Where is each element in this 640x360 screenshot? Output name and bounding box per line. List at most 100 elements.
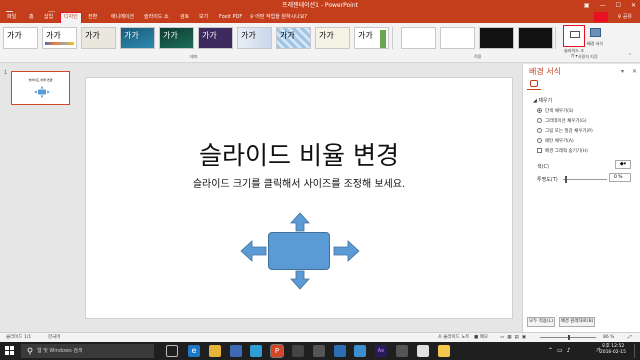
slide-size-button[interactable] bbox=[563, 25, 585, 47]
maximize-button[interactable]: ☐ bbox=[616, 1, 621, 11]
taskbar-search[interactable]: 웹 및 Windows 검색 bbox=[21, 344, 154, 358]
search-placeholder: 웹 및 Windows 검색 bbox=[37, 348, 83, 354]
theme-office[interactable]: 가가 bbox=[3, 27, 38, 49]
app-icon-12[interactable] bbox=[396, 345, 408, 357]
radio-label: 그라데이션 채우기(G) bbox=[545, 119, 587, 124]
tab-review[interactable]: 검토 bbox=[177, 13, 192, 23]
tab-file[interactable]: 파일 bbox=[4, 13, 19, 23]
slide-counter: 슬라이드 1/1 bbox=[6, 335, 32, 340]
radio-gradient-fill[interactable]: 그라데이션 채우기(G) bbox=[537, 118, 587, 125]
tab-transitions[interactable]: 전환 bbox=[85, 13, 100, 23]
fill-bucket-icon[interactable] bbox=[530, 80, 538, 87]
view-buttons[interactable]: ▭▦▤▣ bbox=[500, 334, 529, 341]
ribbon-display-options-icon[interactable]: ▣ bbox=[584, 1, 590, 11]
theme-sample-text: 가가 bbox=[7, 31, 22, 40]
status-bar: 슬라이드 1/1 한국어 ≜ 슬라이드 노트 ■ 메모 ▭▦▤▣ 86 % ⤢ bbox=[0, 332, 640, 342]
slide-title[interactable]: 슬라이드 비율 변경 bbox=[86, 141, 512, 171]
window-controls: ▣ — ☐ ✕ bbox=[584, 1, 636, 11]
theme-tile-9[interactable]: 가가 bbox=[315, 27, 350, 49]
app-icon-10[interactable] bbox=[354, 345, 366, 357]
app-icon-7[interactable] bbox=[292, 345, 304, 357]
slide-thumbnail-1[interactable]: 슬라이드 비율 변경 bbox=[11, 71, 70, 105]
window-title: 프레젠테이션1 - PowerPoint bbox=[282, 2, 358, 9]
store-icon[interactable] bbox=[230, 345, 242, 357]
variants-gallery-scroll[interactable] bbox=[555, 27, 561, 49]
zoom-level[interactable]: 86 % bbox=[603, 334, 614, 341]
variant-1[interactable] bbox=[401, 27, 436, 49]
powerpoint-taskbar-icon[interactable]: P bbox=[270, 344, 284, 358]
tab-slideshow[interactable]: 슬라이드 쇼 bbox=[141, 13, 172, 23]
close-button[interactable]: ✕ bbox=[631, 1, 636, 11]
ie-icon[interactable] bbox=[250, 345, 262, 357]
tell-me-search[interactable]: ♀ 어떤 작업을 원하시나요? bbox=[250, 13, 307, 22]
language-indicator[interactable]: 한국어 bbox=[48, 334, 60, 341]
pane-title: 배경 서식 bbox=[529, 67, 561, 76]
account-badge[interactable] bbox=[594, 12, 608, 22]
variant-3[interactable] bbox=[479, 27, 514, 49]
transparency-slider[interactable] bbox=[563, 179, 607, 180]
slide-canvas[interactable]: 슬라이드 비율 변경 슬라이드 크기를 클릭해서 사이즈를 조정해 보세요. bbox=[85, 77, 513, 319]
theme-tile-4[interactable]: 가가 bbox=[120, 27, 155, 49]
radio-solid-fill[interactable]: 단색 채우기(S) bbox=[537, 108, 574, 115]
after-effects-icon[interactable]: Ae bbox=[375, 345, 387, 357]
thumbnail-shape bbox=[34, 86, 50, 98]
zoom-slider-thumb[interactable] bbox=[568, 335, 570, 340]
app-icon-9[interactable] bbox=[334, 345, 346, 357]
tab-insert[interactable]: 삽입 bbox=[41, 13, 56, 23]
app-icon-13[interactable] bbox=[417, 345, 429, 357]
theme-sample-text: 가가 bbox=[280, 31, 295, 40]
pane-options-icon[interactable]: ▾ bbox=[621, 68, 624, 75]
radio-picture-fill[interactable]: 그림 또는 질감 채우기(P) bbox=[537, 128, 593, 135]
transparency-input[interactable]: 0 % bbox=[609, 173, 631, 182]
theme-tile-3[interactable]: 가가 bbox=[81, 27, 116, 49]
clock[interactable]: 오후 12:52 2016-02-15 bbox=[600, 344, 626, 356]
theme-tile-2[interactable]: 가가 bbox=[42, 27, 77, 49]
comments-button[interactable]: ■ 메모 bbox=[474, 334, 488, 341]
transparency-label: 투명도(T) bbox=[537, 177, 558, 183]
tab-view[interactable]: 보기 bbox=[196, 13, 211, 23]
app-icon-8[interactable] bbox=[313, 345, 325, 357]
theme-sample-text: 가가 bbox=[124, 31, 139, 40]
tab-design[interactable]: 디자인 bbox=[60, 12, 82, 24]
file-explorer-icon[interactable] bbox=[209, 345, 221, 357]
radio-dot bbox=[537, 108, 542, 113]
hide-background-graphics-checkbox[interactable]: 배경 그래픽 숨기기(H) bbox=[537, 148, 588, 155]
close-icon[interactable]: ✕ bbox=[632, 68, 637, 75]
show-desktop-button[interactable] bbox=[634, 344, 638, 358]
apply-to-all-button[interactable]: 모두 적용(L) bbox=[527, 317, 555, 327]
task-view-icon[interactable] bbox=[166, 345, 178, 357]
theme-tile-10[interactable]: 가가 bbox=[354, 27, 389, 49]
notes-button[interactable]: ≜ 슬라이드 노트 bbox=[438, 334, 469, 341]
reset-background-button[interactable]: 배경 원래대로(B) bbox=[559, 317, 595, 327]
tab-home[interactable]: 홈 bbox=[26, 13, 37, 23]
theme-tile-8[interactable]: 가가 bbox=[276, 27, 311, 49]
fill-section-header[interactable]: ◢ 채우기 bbox=[533, 97, 552, 104]
theme-sample-text: 가가 bbox=[358, 31, 373, 40]
windows-taskbar: 웹 및 Windows 검색 e P Ae ⌃▭♪ 가 오후 12:52 201… bbox=[0, 342, 640, 360]
theme-tile-7[interactable]: 가가 bbox=[237, 27, 272, 49]
tab-animations[interactable]: 애니메이션 bbox=[108, 13, 137, 23]
radio-label: 그림 또는 질감 채우기(P) bbox=[545, 129, 593, 134]
edge-icon[interactable]: e bbox=[188, 345, 200, 357]
variant-4[interactable] bbox=[518, 27, 553, 49]
themes-group-label: 테마 bbox=[190, 54, 198, 59]
minimize-button[interactable]: — bbox=[600, 1, 606, 11]
slide-subtitle[interactable]: 슬라이드 크기를 클릭해서 사이즈를 조정해 보세요. bbox=[86, 178, 512, 191]
shape-rectangle[interactable] bbox=[268, 232, 330, 270]
color-picker-button[interactable]: ◆▾ bbox=[615, 160, 631, 169]
color-label: 색(C) bbox=[537, 164, 549, 170]
tab-foxit-pdf[interactable]: Foxit PDF bbox=[216, 13, 245, 23]
radio-pattern-fill[interactable]: 패턴 채우기(A) bbox=[537, 138, 574, 145]
collapse-ribbon-icon[interactable]: ⌃ bbox=[628, 53, 632, 59]
variant-2[interactable] bbox=[440, 27, 475, 49]
transparency-slider-thumb[interactable] bbox=[565, 176, 567, 183]
fit-to-window-icon[interactable]: ⤢ bbox=[628, 334, 632, 341]
fill-tab-underline bbox=[527, 89, 541, 90]
theme-tile-5[interactable]: 가가 bbox=[159, 27, 194, 49]
theme-tile-6[interactable]: 가가 bbox=[198, 27, 233, 49]
app-icon-14[interactable] bbox=[438, 345, 450, 357]
windows-start-icon[interactable] bbox=[5, 346, 15, 356]
themes-gallery-scroll[interactable] bbox=[392, 27, 398, 49]
share-button[interactable]: ♀ 공유 bbox=[618, 13, 632, 22]
system-tray-icons[interactable]: ⌃▭♪ bbox=[548, 347, 575, 354]
